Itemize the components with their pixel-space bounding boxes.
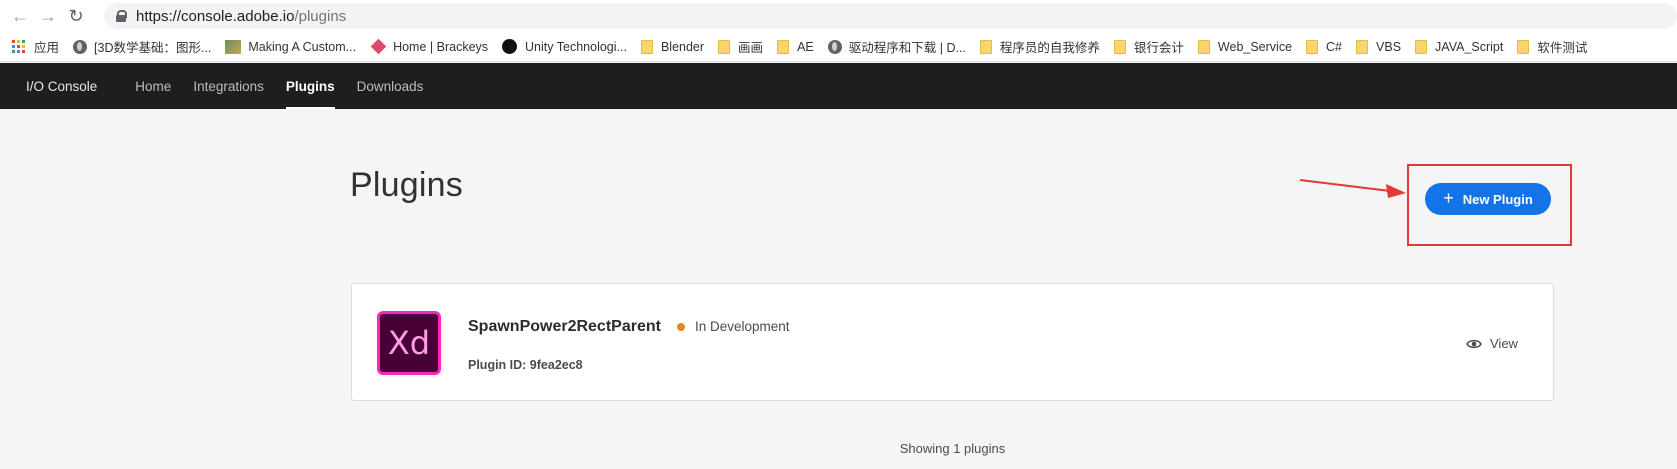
- new-plugin-label: New Plugin: [1462, 191, 1533, 207]
- bookmark-csharp[interactable]: C#: [1306, 39, 1343, 54]
- bookmark-unity[interactable]: Unity Technologi...: [502, 39, 627, 54]
- status-dot-icon: [677, 323, 685, 331]
- folder-icon: [1356, 39, 1369, 54]
- nav-item-plugins[interactable]: Plugins: [285, 63, 335, 109]
- page-title: Plugins: [350, 166, 463, 204]
- bookmark-label: AE: [797, 39, 814, 54]
- plugin-card: Xd SpawnPower2RectParent In Development …: [351, 283, 1554, 401]
- bookmark-label: 软件测试: [1537, 41, 1588, 55]
- bookmark-label: JAVA_Script: [1435, 39, 1504, 54]
- nav-item-integrations[interactable]: Integrations: [193, 63, 264, 109]
- xd-logo-text: Xd: [387, 324, 431, 362]
- diamond-icon: [370, 38, 387, 55]
- plugin-count: Showing 1 plugins: [899, 441, 1006, 456]
- bookmark-bank[interactable]: 银行会计: [1113, 37, 1184, 56]
- adobe-xd-logo: Xd: [377, 311, 441, 375]
- bookmark-drawing[interactable]: 画画: [718, 37, 763, 56]
- bookmark-label: [3D数学基础：图形...: [94, 41, 212, 55]
- folder-icon: [1306, 39, 1319, 54]
- eye-icon: [1466, 339, 1482, 348]
- bookmark-vbs[interactable]: VBS: [1356, 39, 1402, 54]
- plugin-name: SpawnPower2RectParent: [468, 318, 661, 335]
- folder-icon: [718, 39, 731, 54]
- bookmark-making-custom[interactable]: Making A Custom...: [225, 39, 357, 54]
- bookmark-label: Web_Service: [1217, 39, 1293, 54]
- bookmark-drivers[interactable]: 驱动程序和下载 | D...: [827, 37, 966, 56]
- bookmark-apps[interactable]: 应用: [12, 37, 59, 56]
- bookmark-label: 程序员的自我修养: [999, 41, 1100, 55]
- bookmarks-bar: 应用 [3D数学基础：图形... Making A Custom... Home…: [0, 32, 1677, 62]
- nav-brand[interactable]: I/O Console: [26, 63, 97, 109]
- annotation-arrow-icon: [1299, 179, 1406, 198]
- github-icon: [502, 39, 518, 54]
- bookmark-label: 画画: [738, 41, 764, 55]
- lock-icon: [116, 10, 127, 22]
- plugin-id: Plugin ID: 9fea2ec8: [468, 358, 583, 372]
- url-host: https://console.adobe.io: [136, 7, 295, 25]
- folder-icon: [1113, 39, 1126, 54]
- view-label: View: [1490, 336, 1518, 351]
- image-icon: [225, 39, 242, 54]
- bookmark-3d-math[interactable]: [3D数学基础：图形...: [73, 37, 211, 56]
- bookmark-label: C#: [1326, 39, 1343, 54]
- folder-icon: [1517, 39, 1530, 54]
- forward-button[interactable]: →: [34, 2, 62, 30]
- folder-icon: [1197, 39, 1210, 54]
- arrow-left-icon: ←: [11, 5, 29, 26]
- new-plugin-button[interactable]: + New Plugin: [1425, 183, 1551, 215]
- browser-toolbar: ← → ↻ https://console.adobe.io/plugins: [0, 0, 1677, 32]
- bookmark-testing[interactable]: 软件测试: [1517, 37, 1587, 56]
- bookmark-label: Unity Technologi...: [525, 39, 627, 54]
- address-bar[interactable]: https://console.adobe.io/plugins: [104, 3, 1677, 29]
- bookmark-label: Blender: [660, 39, 705, 54]
- reload-button[interactable]: ↻: [62, 2, 90, 30]
- apps-grid-icon: [12, 39, 26, 54]
- bookmark-blender[interactable]: Blender: [640, 39, 705, 54]
- globe-icon: [73, 39, 88, 54]
- folder-icon: [640, 39, 653, 54]
- plus-icon: +: [1443, 187, 1454, 208]
- bookmark-label: 应用: [34, 41, 60, 55]
- bookmark-brackeys[interactable]: Home | Brackeys: [370, 38, 489, 55]
- top-navigation: I/O Console Home Integrations Plugins Do…: [0, 63, 1677, 109]
- view-button[interactable]: View: [1466, 336, 1518, 351]
- bookmark-label: Home | Brackeys: [393, 39, 489, 54]
- bookmark-label: VBS: [1376, 39, 1402, 54]
- bookmark-programmer[interactable]: 程序员的自我修养: [979, 37, 1100, 56]
- nav-item-downloads[interactable]: Downloads: [357, 63, 424, 109]
- arrow-right-icon: →: [39, 5, 57, 26]
- nav-item-home[interactable]: Home: [135, 63, 171, 109]
- bookmark-javascript[interactable]: JAVA_Script: [1415, 39, 1504, 54]
- bookmark-web-service[interactable]: Web_Service: [1197, 39, 1293, 54]
- plugin-status: In Development: [695, 319, 790, 334]
- reload-icon: ↻: [68, 5, 84, 26]
- folder-icon: [979, 39, 992, 54]
- folder-icon: [1415, 39, 1428, 54]
- globe-icon: [827, 39, 842, 54]
- bookmark-label: Making A Custom...: [248, 39, 357, 54]
- bookmark-label: 驱动程序和下载 | D...: [848, 41, 966, 55]
- url-path: /plugins: [294, 7, 347, 25]
- bookmark-label: 银行会计: [1133, 41, 1184, 55]
- bookmark-ae[interactable]: AE: [777, 39, 814, 54]
- folder-icon: [777, 39, 790, 54]
- back-button[interactable]: ←: [6, 2, 34, 30]
